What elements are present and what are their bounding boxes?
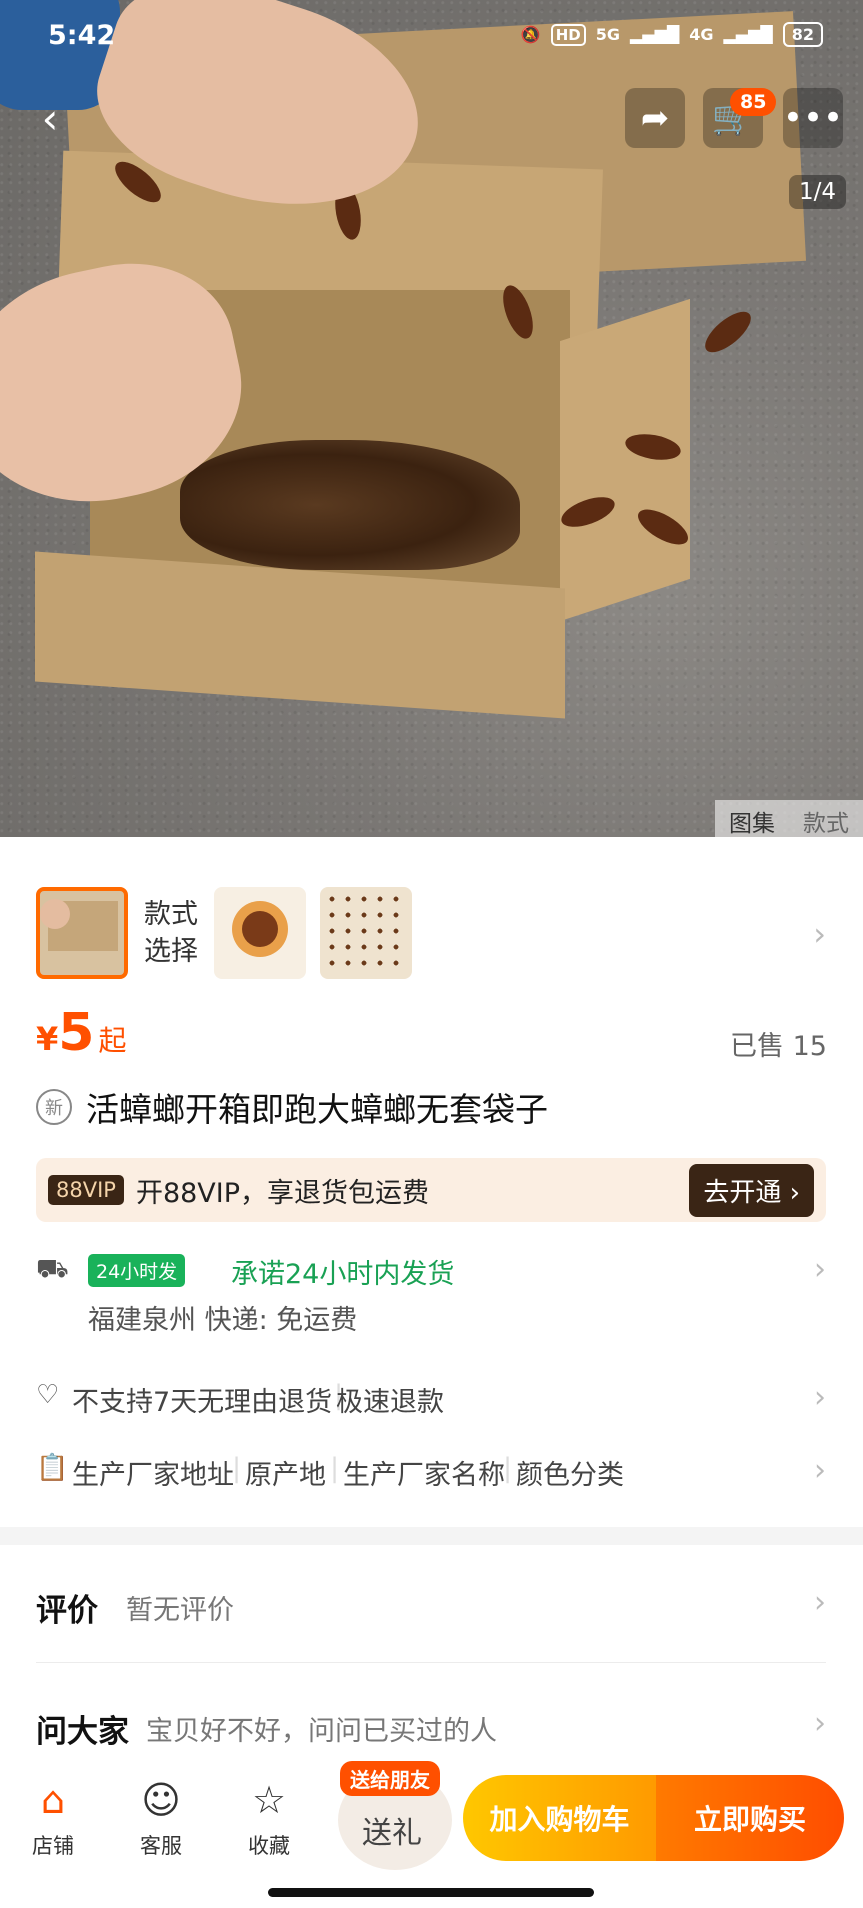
reviews-row[interactable]: 评价 暂无评价 › bbox=[36, 1585, 826, 1629]
back-icon: ‹ bbox=[41, 93, 59, 143]
divider bbox=[36, 1662, 826, 1663]
truck-icon: ⛟ bbox=[36, 1254, 69, 1284]
shipping-badge: 24小时发 bbox=[88, 1254, 186, 1287]
cart-count-badge: 85 bbox=[730, 88, 777, 116]
variant-badge-center bbox=[242, 911, 278, 947]
ask-row[interactable]: 问大家 宝贝好不好，问问已买过的人 › bbox=[36, 1706, 826, 1750]
favorite-label: 收藏 bbox=[248, 1834, 290, 1858]
gift-label: 送礼 bbox=[362, 1816, 422, 1851]
favorite-button[interactable]: ☆ 收藏 bbox=[234, 1778, 304, 1860]
status-icons: 🔕 HD 5G ▂▄▆█ 4G ▂▄▆█ 82 bbox=[521, 22, 823, 47]
chevron-right-icon: › bbox=[814, 1585, 826, 1620]
back-button[interactable]: ‹ bbox=[20, 88, 80, 148]
ask-subtitle: 宝贝好不好，问问已买过的人 bbox=[146, 1716, 497, 1747]
chevron-right-icon: › bbox=[814, 1706, 826, 1741]
box-flap-right bbox=[560, 298, 690, 622]
vip-tag: 88VIP bbox=[48, 1175, 124, 1205]
status-time: 5:42 bbox=[48, 20, 116, 51]
more-button[interactable]: ••• bbox=[783, 88, 843, 148]
variant-selector[interactable]: 款式 选择 › bbox=[36, 887, 826, 979]
shop-icon: ⌂ bbox=[40, 1778, 66, 1822]
price-value: 5 bbox=[58, 1003, 95, 1063]
vip-open-button[interactable]: 去开通 › bbox=[689, 1163, 814, 1217]
variant-label: 款式 选择 bbox=[144, 896, 198, 970]
service-icon: ☺ bbox=[141, 1778, 181, 1822]
variant-roach-pattern bbox=[324, 891, 404, 971]
variant-thumb-3[interactable] bbox=[320, 887, 412, 979]
gallery-tabs: 图集 款式 bbox=[715, 800, 863, 837]
product-image[interactable]: 5:42 🔕 HD 5G ▂▄▆█ 4G ▂▄▆█ 82 ‹ ➦ 🛒 85 ••… bbox=[0, 0, 863, 837]
shipping-origin: 福建泉州 快递: 免运费 bbox=[88, 1305, 358, 1336]
attribute-item: 生产厂家名称 bbox=[343, 1460, 505, 1491]
return-policy: 不支持7天无理由退货 bbox=[72, 1387, 333, 1418]
shop-button[interactable]: ⌂ 店铺 bbox=[18, 1778, 88, 1860]
reviews-subtitle: 暂无评价 bbox=[126, 1595, 234, 1626]
variant-hand-shape bbox=[40, 899, 70, 929]
returns-row[interactable]: ♡ 不支持7天无理由退货 | 极速退款 › bbox=[36, 1380, 826, 1420]
service-button[interactable]: ☺ 客服 bbox=[126, 1778, 196, 1860]
separator: | bbox=[232, 1453, 242, 1484]
sold-count: 已售 15 bbox=[730, 1031, 827, 1062]
separator: | bbox=[503, 1453, 513, 1484]
tab-styles[interactable]: 款式 bbox=[789, 800, 863, 837]
mute-icon: 🔕 bbox=[520, 25, 541, 44]
section-gap bbox=[0, 1527, 863, 1545]
separator: | bbox=[330, 1453, 340, 1484]
variant-thumb-2[interactable] bbox=[214, 887, 306, 979]
add-to-cart-button[interactable]: 加入购物车 bbox=[463, 1775, 656, 1861]
refund-policy: 极速退款 bbox=[336, 1387, 444, 1418]
chevron-right-icon: › bbox=[814, 1252, 826, 1287]
reviews-title: 评价 bbox=[36, 1593, 98, 1629]
bottom-action-bar: ⌂ 店铺 ☺ 客服 ☆ 收藏 送给朋友 送礼 加入购物车 立即购买 bbox=[0, 1758, 863, 1908]
clipboard-icon: 📋 bbox=[36, 1453, 69, 1483]
buy-now-button[interactable]: 立即购买 bbox=[656, 1775, 844, 1861]
ask-title: 问大家 bbox=[36, 1714, 129, 1750]
battery-indicator: 82 bbox=[782, 22, 823, 47]
chevron-right-icon: › bbox=[813, 915, 826, 953]
shipping-promise: 承诺24小时内发货 bbox=[231, 1259, 455, 1290]
vip-text: 开88VIP，享退货包运费 bbox=[135, 1177, 430, 1209]
hd-badge: HD bbox=[550, 23, 586, 46]
gift-tag: 送给朋友 bbox=[340, 1761, 440, 1796]
variant-thumb-1[interactable] bbox=[36, 887, 128, 979]
tab-gallery[interactable]: 图集 bbox=[715, 800, 789, 837]
signal-bars-icon: ▂▄▆█ bbox=[723, 25, 773, 44]
variant-label-line: 选择 bbox=[144, 936, 198, 967]
price-suffix: 起 bbox=[98, 1024, 127, 1057]
price-symbol: ¥ bbox=[36, 1020, 59, 1058]
attribute-item: 颜色分类 bbox=[516, 1460, 624, 1491]
home-indicator bbox=[268, 1888, 594, 1897]
service-label: 客服 bbox=[140, 1834, 182, 1858]
chevron-right-icon: › bbox=[814, 1380, 826, 1415]
signal-bars-icon: ▂▄▆█ bbox=[630, 25, 680, 44]
attribute-item: 生产厂家地址 bbox=[72, 1460, 234, 1491]
attribute-item: 原产地 bbox=[245, 1460, 326, 1491]
signal-4g: 4G bbox=[689, 25, 714, 44]
attributes-row[interactable]: 📋 生产厂家地址 | 原产地 | 生产厂家名称 | 颜色分类 › bbox=[36, 1453, 826, 1493]
heart-icon: ♡ bbox=[36, 1380, 60, 1410]
product-title: 活蟑螂开箱即跑大蟑螂无套袋子 bbox=[86, 1090, 548, 1129]
price: ¥ 5 起 bbox=[36, 1003, 126, 1063]
cockroach-pile bbox=[180, 440, 520, 570]
image-counter: 1/4 bbox=[788, 175, 846, 209]
status-bar: 5:42 🔕 HD 5G ▂▄▆█ 4G ▂▄▆█ 82 bbox=[0, 0, 863, 74]
new-badge: 新 bbox=[36, 1089, 72, 1125]
star-icon: ☆ bbox=[251, 1778, 287, 1822]
signal-5g: 5G bbox=[595, 25, 621, 44]
more-icon: ••• bbox=[782, 98, 844, 138]
share-icon: ➦ bbox=[640, 98, 670, 138]
shop-label: 店铺 bbox=[32, 1834, 74, 1858]
share-button[interactable]: ➦ bbox=[625, 88, 685, 148]
shipping-row[interactable]: ⛟ 24小时发 承诺24小时内发货 福建泉州 快递: 免运费 › bbox=[36, 1252, 826, 1342]
product-title-row: 新 活蟑螂开箱即跑大蟑螂无套袋子 bbox=[36, 1083, 548, 1131]
variant-label-line: 款式 bbox=[144, 899, 198, 930]
chevron-right-icon: › bbox=[814, 1453, 826, 1488]
vip-banner[interactable]: 88VIP 开88VIP，享退货包运费 去开通 › bbox=[36, 1158, 826, 1222]
